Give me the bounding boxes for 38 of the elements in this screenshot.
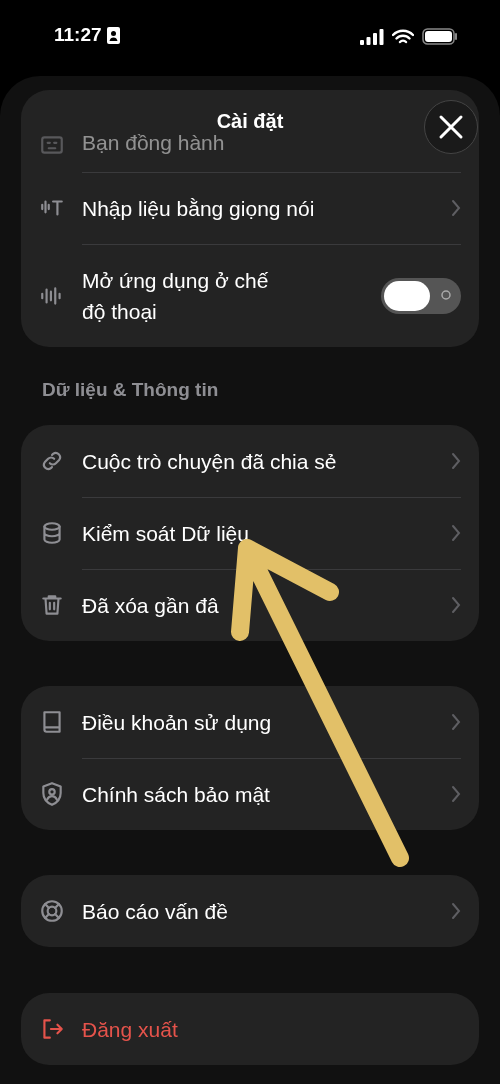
row-label: Đăng xuất [82,1016,179,1043]
off-indicator-icon [441,289,451,300]
chevron-icon [451,785,461,803]
status-time: 11:27 [54,24,102,46]
battery-icon [422,28,458,45]
chevron-icon [451,596,461,614]
settings-row[interactable]: Kiểm soát Dữ liệu [21,497,479,569]
row-label: Đã xóa gần đâ [82,592,220,619]
trash-icon [39,592,65,618]
shield-user-icon [39,781,65,807]
row-label: Nhập liệu bằng giọng nói [82,195,316,222]
lifebuoy-icon [39,898,65,924]
row-label: Mở ứng dụng ở chế độ thoại [82,267,270,325]
row-label: Bạn đồng hành [82,130,226,156]
settings-row[interactable]: Chính sách bảo mật [21,758,479,830]
contact-card-icon [106,26,120,44]
chevron-icon [451,524,461,542]
settings-row[interactable]: Đã xóa gần đâ [21,569,479,641]
row-label: Chính sách bảo mật [82,781,271,808]
section-header: Dữ liệu & Thông tin [41,378,220,402]
chevron-icon [451,452,461,470]
signal-icon [360,28,384,45]
row-label: Cuộc trò chuyện đã chia sẻ [82,448,338,475]
settings-row[interactable]: Báo cáo vấn đề [21,875,479,947]
row-label: Điều khoản sử dụng [82,709,273,736]
wifi-icon [392,28,414,45]
chevron-icon [451,199,461,217]
chevron-icon [451,713,461,731]
settings-row[interactable]: Nhập liệu bằng giọng nói [21,172,479,244]
sheet-title: Cài đặt [216,110,284,133]
row-label: Kiểm soát Dữ liệu [82,520,250,547]
row-label: Báo cáo vấn đề [82,898,229,925]
settings-row[interactable]: Điều khoản sử dụng [21,686,479,758]
chevron-icon [451,902,461,920]
logout-button[interactable]: Đăng xuất [21,993,479,1065]
close-icon [438,114,464,140]
toggle-switch[interactable] [381,277,461,314]
settings-row[interactable]: Cuộc trò chuyện đã chia sẻ [21,425,479,497]
